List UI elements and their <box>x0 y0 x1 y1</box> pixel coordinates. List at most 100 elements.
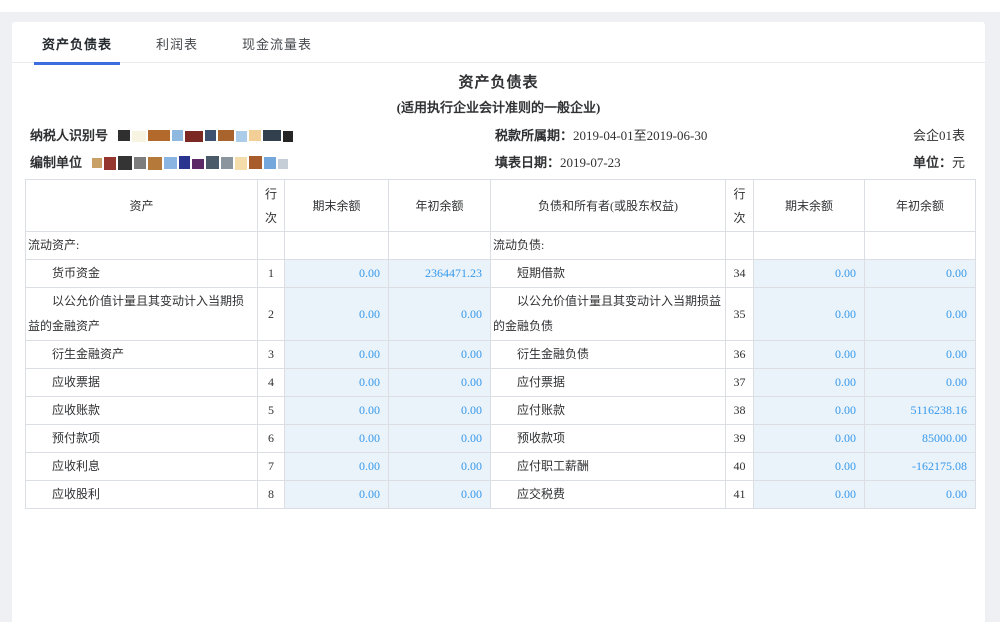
asset-line-no-cell: 1 <box>258 260 285 288</box>
asset-beginning-balance-cell[interactable]: 0.00 <box>389 288 491 341</box>
table-row: 应收股利80.000.00应交税费410.000.00 <box>26 481 976 509</box>
ending-balance-header: 期末余额 <box>285 180 389 232</box>
table-body: 资产行次期末余额年初余额负债和所有者(或股东权益)行次期末余额年初余额流动资产:… <box>26 180 976 509</box>
redacted-block <box>249 130 261 141</box>
redacted-block <box>134 157 146 169</box>
asset-ending-balance-cell[interactable]: 0.00 <box>285 481 389 509</box>
prepared-by-redacted-value <box>92 155 290 170</box>
asset-line-no-cell: 3 <box>258 341 285 369</box>
liability-ending-balance-cell[interactable]: 0.00 <box>754 453 865 481</box>
asset-ending-balance-cell[interactable]: 0.00 <box>285 425 389 453</box>
liability-ending-balance-cell <box>754 232 865 260</box>
redacted-block <box>164 157 177 169</box>
liability-ending-balance-cell[interactable]: 0.00 <box>754 425 865 453</box>
liability-ending-balance-cell[interactable]: 0.00 <box>754 397 865 425</box>
redacted-block <box>283 131 293 142</box>
liability-name-cell: 衍生金融负债 <box>491 341 726 369</box>
tab-bar: 资产负债表利润表现金流量表 <box>12 22 985 63</box>
asset-ending-balance-cell[interactable]: 0.00 <box>285 288 389 341</box>
ending-balance-header: 期末余额 <box>754 180 865 232</box>
liability-beginning-balance-cell[interactable]: 0.00 <box>865 369 976 397</box>
asset-ending-balance-cell <box>285 232 389 260</box>
liability-beginning-balance-cell[interactable]: 5116238.16 <box>865 397 976 425</box>
taxpayer-id-label: 纳税人识别号 <box>30 122 108 149</box>
taxpayer-id-redacted-value <box>118 129 295 142</box>
asset-name-cell: 货币资金 <box>26 260 258 288</box>
liability-ending-balance-cell[interactable]: 0.00 <box>754 341 865 369</box>
fill-date-label: 填表日期： <box>495 155 560 170</box>
liability-line-no-cell: 39 <box>726 425 754 453</box>
redacted-block <box>278 159 288 169</box>
asset-beginning-balance-cell[interactable]: 0.00 <box>389 397 491 425</box>
liability-beginning-balance-cell[interactable]: -162175.08 <box>865 453 976 481</box>
asset-name-cell: 应收账款 <box>26 397 258 425</box>
liability-name-cell: 短期借款 <box>491 260 726 288</box>
asset-beginning-balance-cell[interactable]: 0.00 <box>389 425 491 453</box>
asset-line-no-cell: 7 <box>258 453 285 481</box>
table-header-row: 资产行次期末余额年初余额负债和所有者(或股东权益)行次期末余额年初余额 <box>26 180 976 232</box>
redacted-block <box>148 130 170 141</box>
liability-ending-balance-cell[interactable]: 0.00 <box>754 260 865 288</box>
redacted-block <box>218 130 234 141</box>
redacted-block <box>148 157 162 170</box>
beginning-balance-header: 年初余额 <box>389 180 491 232</box>
tab-income-statement[interactable]: 利润表 <box>148 22 206 65</box>
unit-of-measure-label: 单位： <box>913 155 952 170</box>
form-code: 会企01表 <box>913 122 965 149</box>
asset-name-cell: 预付款项 <box>26 425 258 453</box>
liability-line-no-cell: 38 <box>726 397 754 425</box>
redacted-block <box>263 130 281 141</box>
table-row: 应收票据40.000.00应付票据370.000.00 <box>26 369 976 397</box>
liability-ending-balance-cell[interactable]: 0.00 <box>754 288 865 341</box>
tax-period-label: 税款所属期： <box>495 128 573 143</box>
liability-beginning-balance-cell <box>865 232 976 260</box>
asset-name-cell: 以公允价值计量且其变动计入当期损益的金融资产 <box>26 288 258 341</box>
table-row: 衍生金融资产30.000.00衍生金融负债360.000.00 <box>26 341 976 369</box>
beginning-balance-header: 年初余额 <box>865 180 976 232</box>
redacted-block <box>104 157 116 170</box>
asset-ending-balance-cell[interactable]: 0.00 <box>285 397 389 425</box>
info-row-1: 纳税人识别号 税款所属期：2019-04-01至2019-06-30 会企01表 <box>30 122 965 149</box>
redacted-block <box>179 156 190 169</box>
asset-beginning-balance-cell[interactable]: 0.00 <box>389 341 491 369</box>
asset-beginning-balance-cell[interactable]: 2364471.23 <box>389 260 491 288</box>
liability-ending-balance-cell[interactable]: 0.00 <box>754 369 865 397</box>
asset-line-no-cell: 4 <box>258 369 285 397</box>
asset-ending-balance-cell[interactable]: 0.00 <box>285 369 389 397</box>
liability-line-no-cell: 40 <box>726 453 754 481</box>
liability-beginning-balance-cell[interactable]: 0.00 <box>865 341 976 369</box>
form-card: 资产负债表利润表现金流量表 资产负债表 (适用执行企业会计准则的一般企业) 纳税… <box>12 22 985 622</box>
liability-name-cell: 以公允价值计量且其变动计入当期损益的金融负债 <box>491 288 726 341</box>
tab-cash-flow[interactable]: 现金流量表 <box>234 22 320 65</box>
redacted-block <box>221 157 233 169</box>
redacted-block <box>192 159 204 169</box>
asset-ending-balance-cell[interactable]: 0.00 <box>285 341 389 369</box>
table-row: 货币资金10.002364471.23短期借款340.000.00 <box>26 260 976 288</box>
asset-beginning-balance-cell[interactable]: 0.00 <box>389 453 491 481</box>
line-no-header: 行次 <box>726 180 754 232</box>
redacted-block <box>236 131 247 142</box>
liability-line-no-cell <box>726 232 754 260</box>
asset-beginning-balance-cell[interactable]: 0.00 <box>389 369 491 397</box>
redacted-block <box>132 131 146 142</box>
page-title: 资产负债表 <box>12 71 985 95</box>
liability-name-cell: 预收款项 <box>491 425 726 453</box>
liability-beginning-balance-cell[interactable]: 0.00 <box>865 288 976 341</box>
asset-ending-balance-cell[interactable]: 0.00 <box>285 260 389 288</box>
asset-ending-balance-cell[interactable]: 0.00 <box>285 453 389 481</box>
asset-name-cell: 流动资产: <box>26 232 258 260</box>
table-row: 应收利息70.000.00应付职工薪酬400.00-162175.08 <box>26 453 976 481</box>
unit-of-measure-value: 元 <box>952 155 965 170</box>
page-subtitle: (适用执行企业会计准则的一般企业) <box>12 95 985 119</box>
asset-name-cell: 衍生金融资产 <box>26 341 258 369</box>
liability-beginning-balance-cell[interactable]: 0.00 <box>865 260 976 288</box>
liability-header: 负债和所有者(或股东权益) <box>491 180 726 232</box>
liability-ending-balance-cell[interactable]: 0.00 <box>754 481 865 509</box>
liability-name-cell: 应付账款 <box>491 397 726 425</box>
liability-line-no-cell: 34 <box>726 260 754 288</box>
asset-beginning-balance-cell[interactable]: 0.00 <box>389 481 491 509</box>
liability-beginning-balance-cell[interactable]: 0.00 <box>865 481 976 509</box>
redacted-block <box>205 130 216 141</box>
tab-balance-sheet[interactable]: 资产负债表 <box>34 22 120 65</box>
liability-beginning-balance-cell[interactable]: 85000.00 <box>865 425 976 453</box>
